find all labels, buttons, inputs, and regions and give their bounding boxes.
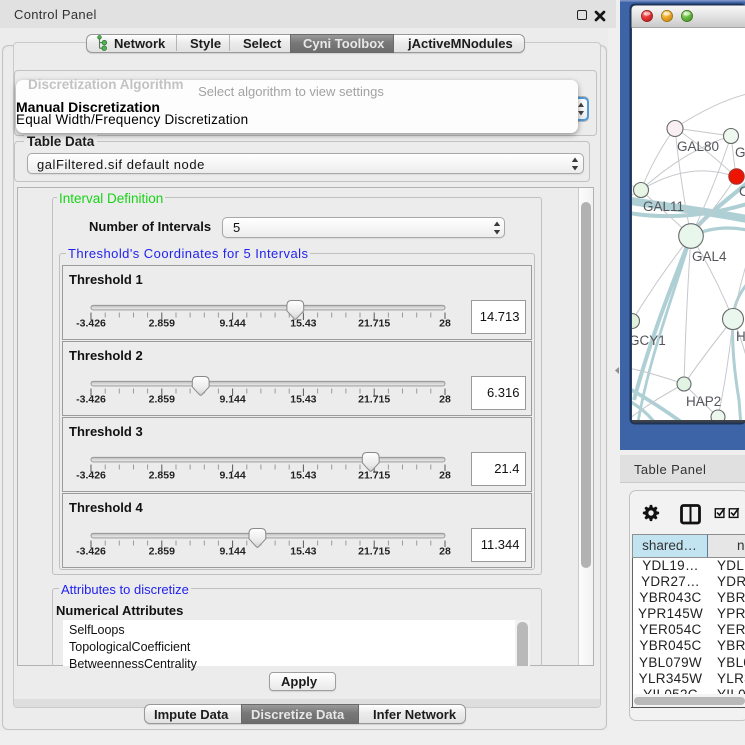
svg-text:9.144: 9.144 (219, 470, 245, 482)
svg-text:C: C (739, 184, 745, 199)
svg-text:2.859: 2.859 (149, 470, 175, 482)
svg-text:9.144: 9.144 (219, 318, 245, 330)
svg-text:GAL11: GAL11 (643, 199, 684, 214)
svg-text:15.43: 15.43 (290, 546, 316, 558)
svg-text:H: H (736, 329, 745, 344)
svg-text:9.144: 9.144 (219, 394, 245, 406)
svg-text:GCY1: GCY1 (629, 333, 666, 348)
svg-text:HAP2: HAP2 (686, 394, 721, 409)
svg-text:15.43: 15.43 (290, 470, 316, 482)
svg-text:28: 28 (439, 318, 451, 330)
svg-text:2.859: 2.859 (149, 394, 175, 406)
svg-text:2.859: 2.859 (149, 318, 175, 330)
svg-text:21.715: 21.715 (358, 318, 390, 330)
svg-text:21.715: 21.715 (358, 546, 390, 558)
svg-text:28: 28 (439, 470, 451, 482)
svg-text:GA: GA (735, 145, 745, 160)
svg-text:21.715: 21.715 (358, 394, 390, 406)
svg-text:2.859: 2.859 (149, 546, 175, 558)
svg-text:28: 28 (439, 546, 451, 558)
svg-text:-3.426: -3.426 (76, 318, 106, 330)
svg-text:-3.426: -3.426 (76, 470, 106, 482)
svg-text:-3.426: -3.426 (76, 394, 106, 406)
svg-text:28: 28 (439, 394, 451, 406)
svg-text:21.715: 21.715 (358, 470, 390, 482)
svg-text:GAL4: GAL4 (692, 249, 727, 264)
svg-text:9.144: 9.144 (219, 546, 245, 558)
svg-text:GAL80: GAL80 (677, 139, 719, 154)
svg-text:15.43: 15.43 (290, 394, 316, 406)
svg-text:-3.426: -3.426 (76, 546, 106, 558)
